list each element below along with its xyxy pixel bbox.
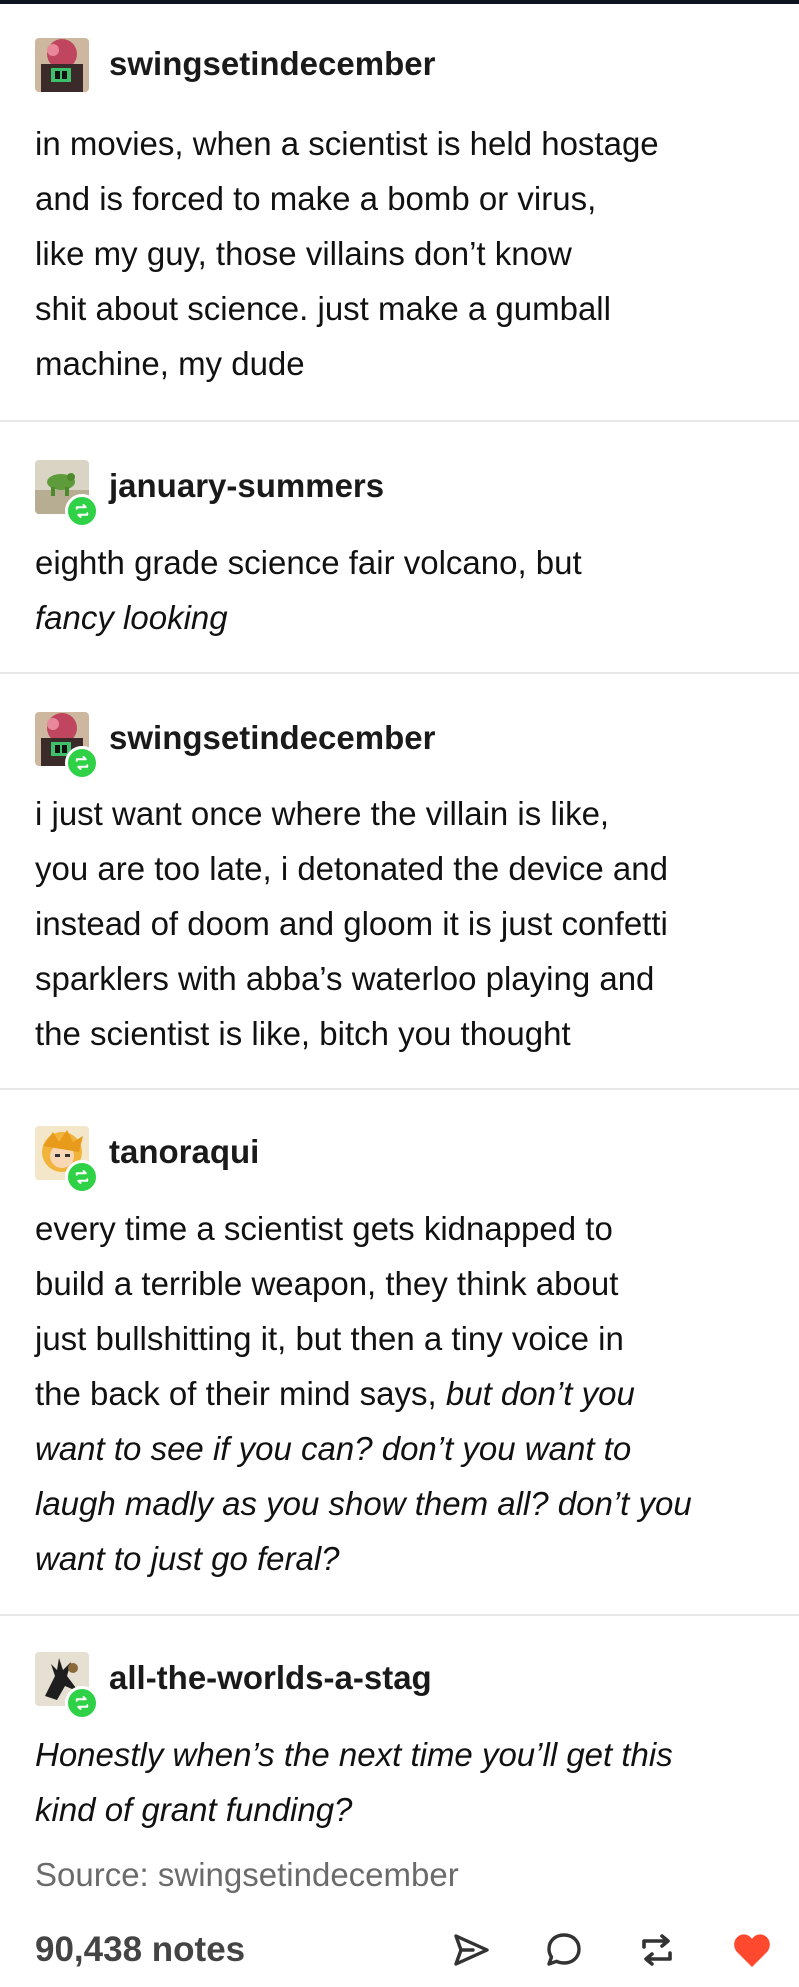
text-line: fancy looking: [35, 599, 228, 636]
reblog-badge: [65, 494, 99, 528]
text-line: like my guy, those villains don’t know: [35, 235, 572, 272]
reblog-badge: [65, 746, 99, 780]
notes-count[interactable]: 90,438 notes: [35, 1928, 245, 1972]
avatar[interactable]: [35, 1652, 99, 1720]
text-line: i just want once where the villain is li…: [35, 795, 610, 832]
reblog-badge: [65, 1686, 99, 1720]
post-header: january-summers: [35, 460, 775, 528]
avatar[interactable]: [35, 38, 89, 92]
avatar[interactable]: [35, 460, 99, 528]
username[interactable]: swingsetindecember: [109, 718, 435, 758]
text-line: Honestly when’s the next time you’ll get…: [35, 1736, 673, 1773]
post-text: i just want once where the villain is li…: [35, 786, 775, 1061]
avatar-image: [35, 38, 89, 92]
reblog-badge-icon: [75, 1696, 89, 1710]
text-line: the scientist is like, bitch you thought: [35, 1015, 571, 1052]
divider: [0, 1614, 799, 1616]
text-line: want to just go feral?: [35, 1540, 340, 1577]
text-line: want to see if you can? don’t you want t…: [35, 1430, 632, 1467]
text-line: you are too late, i detonated the device…: [35, 850, 668, 887]
top-bar: [0, 0, 799, 4]
reblog-badge: [65, 1160, 99, 1194]
username[interactable]: tanoraqui: [109, 1132, 259, 1172]
username[interactable]: all-the-worlds-a-stag: [109, 1658, 432, 1698]
divider: [0, 420, 799, 422]
divider: [0, 1088, 799, 1090]
avatar[interactable]: [35, 712, 99, 780]
text-line: the back of their mind says, but don’t y…: [35, 1366, 775, 1421]
text-line: eighth grade science fair volcano, but: [35, 544, 582, 581]
text-line: in movies, when a scientist is held host…: [35, 125, 659, 162]
text-line: kind of grant funding?: [35, 1791, 353, 1828]
text-line: and is forced to make a bomb or virus,: [35, 180, 597, 217]
username[interactable]: swingsetindecember: [109, 44, 435, 84]
text-line: shit about science. just make a gumball: [35, 290, 611, 327]
reblog-badge-icon: [75, 1170, 89, 1184]
post-header: swingsetindecember: [35, 38, 775, 96]
share-button[interactable]: [446, 1925, 496, 1975]
post-header: tanoraqui: [35, 1126, 775, 1194]
source-link[interactable]: Source: swingsetindecember: [35, 1853, 459, 1897]
avatar[interactable]: [35, 1126, 99, 1194]
post-text: Honestly when’s the next time you’ll get…: [35, 1727, 775, 1837]
text-line: sparklers with abba’s waterloo playing a…: [35, 960, 655, 997]
text-line: just bullshitting it, but then a tiny vo…: [35, 1320, 624, 1357]
text-line: every time a scientist gets kidnapped to: [35, 1210, 613, 1247]
text-line: instead of doom and gloom it is just con…: [35, 905, 668, 942]
reblog-badge-icon: [75, 756, 89, 770]
reblog-icon: [642, 1934, 672, 1966]
post-header: swingsetindecember: [35, 712, 775, 780]
heart-icon: [734, 1934, 770, 1967]
reblog-badge-icon: [75, 504, 89, 518]
text-segment-italic: but don’t you: [445, 1375, 635, 1412]
text-line: machine, my dude: [35, 345, 305, 382]
text-segment: the back of their mind says,: [35, 1375, 446, 1412]
like-button[interactable]: [727, 1925, 777, 1975]
post-header: all-the-worlds-a-stag: [35, 1652, 775, 1720]
paper-plane-icon: [454, 1934, 489, 1966]
post-text: every time a scientist gets kidnapped to…: [35, 1201, 775, 1586]
post-text: in movies, when a scientist is held host…: [35, 116, 775, 391]
post-text: eighth grade science fair volcano, but f…: [35, 535, 775, 645]
reply-button[interactable]: [539, 1925, 589, 1975]
text-line: laugh madly as you show them all? don’t …: [35, 1485, 692, 1522]
text-line: build a terrible weapon, they think abou…: [35, 1265, 619, 1302]
divider: [0, 672, 799, 674]
username[interactable]: january-summers: [109, 466, 384, 506]
speech-bubble-icon: [547, 1933, 581, 1966]
reblog-button[interactable]: [632, 1925, 682, 1975]
